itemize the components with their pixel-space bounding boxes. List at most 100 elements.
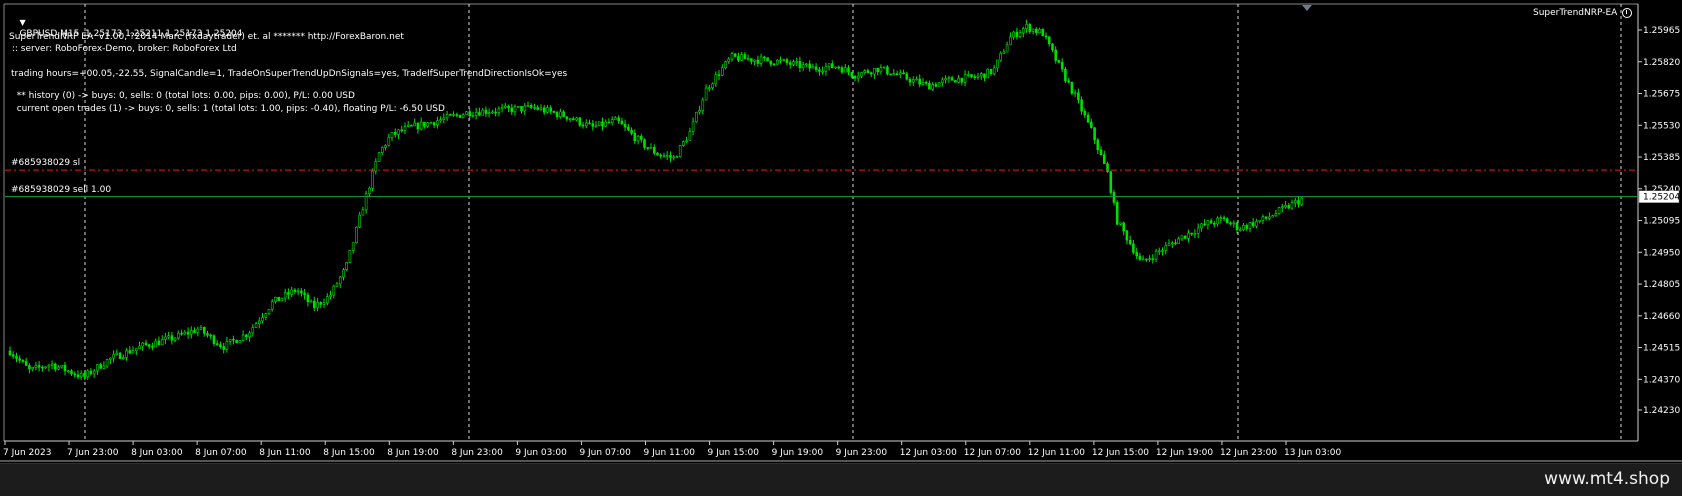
price-tick-label: 1.25385 <box>1643 153 1680 163</box>
candle-body <box>413 122 417 127</box>
candle-body <box>594 125 598 128</box>
candle-body <box>779 59 782 62</box>
candle-body <box>1103 154 1106 164</box>
candle-body <box>992 67 996 75</box>
candle-body <box>701 99 705 111</box>
candle-body <box>293 289 297 293</box>
candle-body <box>756 59 760 64</box>
candle-body <box>597 121 601 126</box>
smiley-ea-active-icon[interactable] <box>1622 8 1632 18</box>
price-tick-label: 1.25530 <box>1643 121 1680 131</box>
candle-body <box>332 285 336 296</box>
candle-body <box>34 365 38 368</box>
candle-body <box>1264 216 1268 219</box>
candle-body <box>578 117 582 126</box>
candle-body <box>1115 202 1119 225</box>
candle-body <box>895 73 899 75</box>
candle-body <box>782 59 786 61</box>
candle-body <box>682 141 685 146</box>
candle-body <box>1067 80 1070 83</box>
candle-body <box>759 56 763 64</box>
candle-body <box>727 58 731 62</box>
candle-body <box>468 111 472 117</box>
candle-body <box>1297 200 1300 205</box>
candle-body <box>902 72 905 75</box>
candle-body <box>167 335 170 338</box>
candle-body <box>766 57 769 62</box>
candle-body <box>646 147 650 149</box>
candle-body <box>720 67 724 76</box>
candle-body <box>1057 60 1061 63</box>
candle-body <box>112 354 115 359</box>
candle-body <box>973 76 977 78</box>
candle-body <box>717 74 721 76</box>
candle-body <box>15 355 18 359</box>
candle-body <box>79 372 83 378</box>
price-tick-label: 1.24660 <box>1643 312 1680 322</box>
candle-body <box>180 332 183 335</box>
candle-body <box>99 364 102 369</box>
candle-body <box>400 129 404 132</box>
candle-body <box>170 335 174 341</box>
time-tick-label: 7 Jun 23:00 <box>67 448 119 458</box>
candle-body <box>342 269 345 278</box>
candle-body <box>711 83 714 89</box>
candle-body <box>669 155 672 158</box>
candle-body <box>610 119 614 123</box>
candle-body <box>801 64 805 68</box>
candle-body <box>529 105 533 108</box>
candle-body <box>429 122 433 124</box>
candle-body <box>76 374 80 378</box>
candle-body <box>659 154 663 157</box>
candle-body <box>135 348 138 352</box>
candle-body <box>193 330 196 334</box>
dropdown-triangle-icon[interactable]: ▼ <box>19 18 25 27</box>
ea-info-line-4: ** history (0) -> buys: 0, sells: 0 (tot… <box>11 91 355 101</box>
candle-body <box>1002 51 1006 54</box>
candle-body <box>225 340 229 350</box>
candle-body <box>750 58 753 62</box>
candle-body <box>772 63 776 66</box>
candle-body <box>96 364 99 372</box>
candle-body <box>190 330 193 335</box>
candle-body <box>934 84 938 87</box>
candle-body <box>203 326 206 334</box>
price-tick-label: 1.24230 <box>1643 406 1680 416</box>
candle-body <box>627 126 630 131</box>
candle-body <box>614 117 617 120</box>
candle-body <box>319 302 323 305</box>
candle-body <box>1044 35 1048 38</box>
candle-body <box>811 66 815 69</box>
candle-body <box>805 63 808 66</box>
candle-body <box>348 250 352 263</box>
candle-body <box>503 105 507 108</box>
candle-body <box>707 87 711 89</box>
chart-shift-marker[interactable] <box>1302 5 1312 11</box>
candle-body <box>869 72 873 75</box>
candle-body <box>814 66 818 70</box>
time-tick-label: 9 Jun 03:00 <box>515 448 567 458</box>
candle-body <box>840 67 844 73</box>
candle-body <box>122 357 125 360</box>
candle-body <box>821 70 824 73</box>
candle-body <box>775 59 779 65</box>
candle-body <box>850 72 854 77</box>
candle-body <box>390 132 394 138</box>
candle-body <box>837 66 841 69</box>
candle-body <box>1190 232 1193 235</box>
candle-body <box>397 129 400 135</box>
candle-body <box>513 106 517 113</box>
candle-body <box>1141 258 1145 261</box>
candle-body <box>1060 61 1064 70</box>
candle-body <box>588 122 591 125</box>
candle-body <box>47 364 51 368</box>
candle-body <box>986 68 990 79</box>
candle-body <box>889 73 892 76</box>
candle-body <box>300 290 303 294</box>
candle-body <box>963 74 967 83</box>
candle-body <box>1248 222 1252 229</box>
time-tick-label: 12 Jun 23:00 <box>1220 448 1277 458</box>
candle-body <box>215 343 219 345</box>
chart-window[interactable]: 1.25965 1.25820 1.25675 1.25530 1.25385 1.252… <box>0 0 1682 462</box>
candle-body <box>678 145 682 157</box>
